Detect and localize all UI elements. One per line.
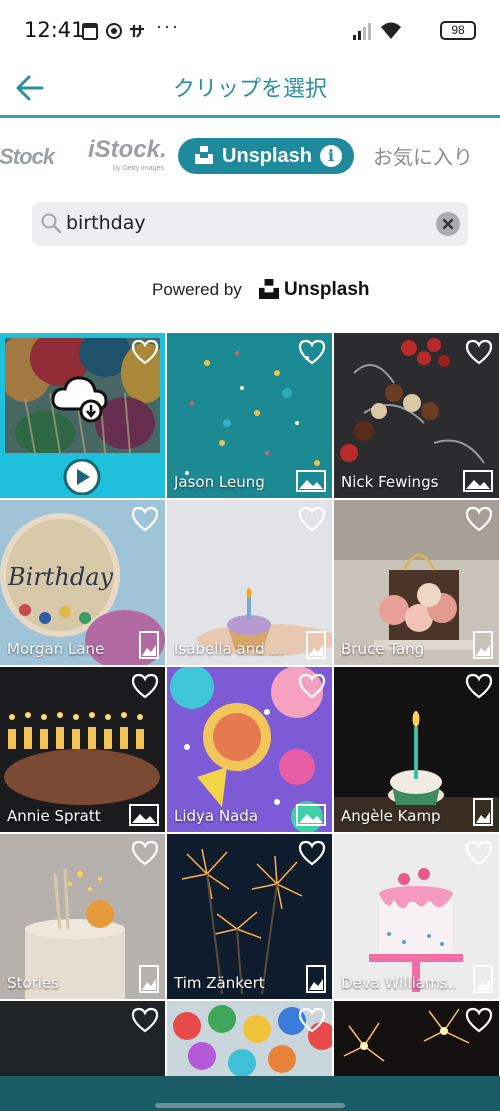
grid-item-selected[interactable] xyxy=(0,333,165,498)
status-bar: 12:41 ··· 98 xyxy=(0,0,500,62)
image-landscape-icon xyxy=(296,470,326,492)
image-portrait-icon xyxy=(306,631,326,659)
tab-unsplash-label: Unsplash xyxy=(222,145,313,167)
search-input[interactable]: birthday xyxy=(32,202,468,246)
bottom-bar xyxy=(0,1076,500,1111)
close-icon xyxy=(442,218,454,230)
heart-icon[interactable] xyxy=(131,339,159,365)
grid-item[interactable] xyxy=(0,1001,165,1076)
cloud-download-icon xyxy=(51,376,108,423)
heart-icon[interactable] xyxy=(465,673,493,699)
heart-icon[interactable] xyxy=(131,840,159,866)
grid-item[interactable] xyxy=(167,1001,332,1076)
heart-icon[interactable] xyxy=(465,506,493,532)
app-notification-icon xyxy=(130,25,144,38)
svg-text:Birthday: Birthday xyxy=(7,563,114,591)
heart-icon[interactable] xyxy=(298,506,326,532)
grid-item[interactable]: Bruce Tang xyxy=(334,500,499,665)
clear-search-button[interactable] xyxy=(436,212,460,236)
grid-item[interactable]: Angèle Kamp xyxy=(334,667,499,832)
location-target-icon xyxy=(106,23,122,39)
search-query: birthday xyxy=(66,212,146,234)
image-portrait-icon xyxy=(139,965,159,993)
image-landscape-icon xyxy=(129,804,159,826)
grid-item[interactable]: Isabella and ... xyxy=(167,500,332,665)
image-landscape-icon xyxy=(296,804,326,826)
powered-by: Powered by Unsplash xyxy=(0,277,500,305)
grid-item[interactable]: Birthday Morgan Lane xyxy=(0,500,165,665)
info-icon[interactable]: i xyxy=(320,145,342,167)
image-portrait-icon xyxy=(473,798,493,826)
battery-level: 98 xyxy=(451,23,465,37)
heart-icon[interactable] xyxy=(131,673,159,699)
powered-by-text: Powered by xyxy=(152,280,242,299)
unsplash-logo-icon xyxy=(259,279,279,299)
status-time: 12:41 xyxy=(24,18,85,42)
grid-item[interactable]: Nick Fewings xyxy=(334,333,499,498)
grid-item[interactable]: Deva Williams... xyxy=(334,834,499,999)
heart-icon[interactable] xyxy=(298,673,326,699)
heart-icon[interactable] xyxy=(131,1007,159,1033)
gesture-handle[interactable] xyxy=(155,1103,345,1108)
author-name: Jason Leung xyxy=(174,473,265,491)
image-landscape-icon xyxy=(463,470,493,492)
author-name: Lidya Nada xyxy=(174,807,259,825)
image-portrait-icon xyxy=(473,631,493,659)
author-name: Annie Spratt xyxy=(7,807,101,825)
source-tabs: iStock iStock. by Getty Images Unsplash … xyxy=(0,134,500,180)
clip-grid: Jason Leung Nick Fewings Birthday Morgan… xyxy=(0,333,500,1076)
heart-icon[interactable] xyxy=(298,1007,326,1033)
grid-item[interactable]: Lidya Nada xyxy=(167,667,332,832)
grid-item[interactable]: Jason Leung xyxy=(167,333,332,498)
heart-icon[interactable] xyxy=(131,506,159,532)
istock-sub-label: by Getty Images xyxy=(113,165,164,172)
unsplash-logo-icon xyxy=(195,146,213,164)
powered-by-brand: Unsplash xyxy=(284,279,370,300)
play-icon[interactable] xyxy=(62,459,102,495)
image-portrait-icon xyxy=(306,965,326,993)
tab-favorites[interactable]: お気に入り xyxy=(373,138,473,176)
image-portrait-icon xyxy=(473,965,493,993)
author-name: Angèle Kamp xyxy=(341,807,441,825)
author-name: Stories xyxy=(7,974,59,992)
heart-icon[interactable] xyxy=(465,339,493,365)
heart-icon[interactable] xyxy=(298,840,326,866)
signal-icon xyxy=(353,23,371,40)
heart-icon[interactable] xyxy=(465,840,493,866)
app-header: クリップを選択 xyxy=(0,62,500,118)
grid-item[interactable] xyxy=(334,1001,499,1076)
image-portrait-icon xyxy=(139,631,159,659)
author-name: Bruce Tang xyxy=(341,640,425,658)
heart-icon[interactable] xyxy=(298,339,326,365)
calendar-icon xyxy=(82,23,98,40)
more-notifications-icon: ··· xyxy=(156,16,180,36)
grid-item[interactable]: Stories xyxy=(0,834,165,999)
wifi-icon xyxy=(381,22,401,39)
heart-icon[interactable] xyxy=(465,1007,493,1033)
tab-istock-partial[interactable]: iStock xyxy=(0,138,55,176)
author-name: Isabella and ... xyxy=(174,640,284,658)
grid-item[interactable]: Annie Spratt xyxy=(0,667,165,832)
tab-unsplash[interactable]: Unsplash i xyxy=(178,138,354,174)
grid-item[interactable]: Tim Zänkert xyxy=(167,834,332,999)
author-name: Morgan Lane xyxy=(7,640,105,658)
page-title: クリップを選択 xyxy=(172,77,327,102)
battery-icon: 98 xyxy=(440,21,476,40)
search-icon xyxy=(41,213,62,234)
author-name: Tim Zänkert xyxy=(174,974,265,992)
author-name: Deva Williams... xyxy=(341,974,456,992)
author-name: Nick Fewings xyxy=(341,473,439,491)
